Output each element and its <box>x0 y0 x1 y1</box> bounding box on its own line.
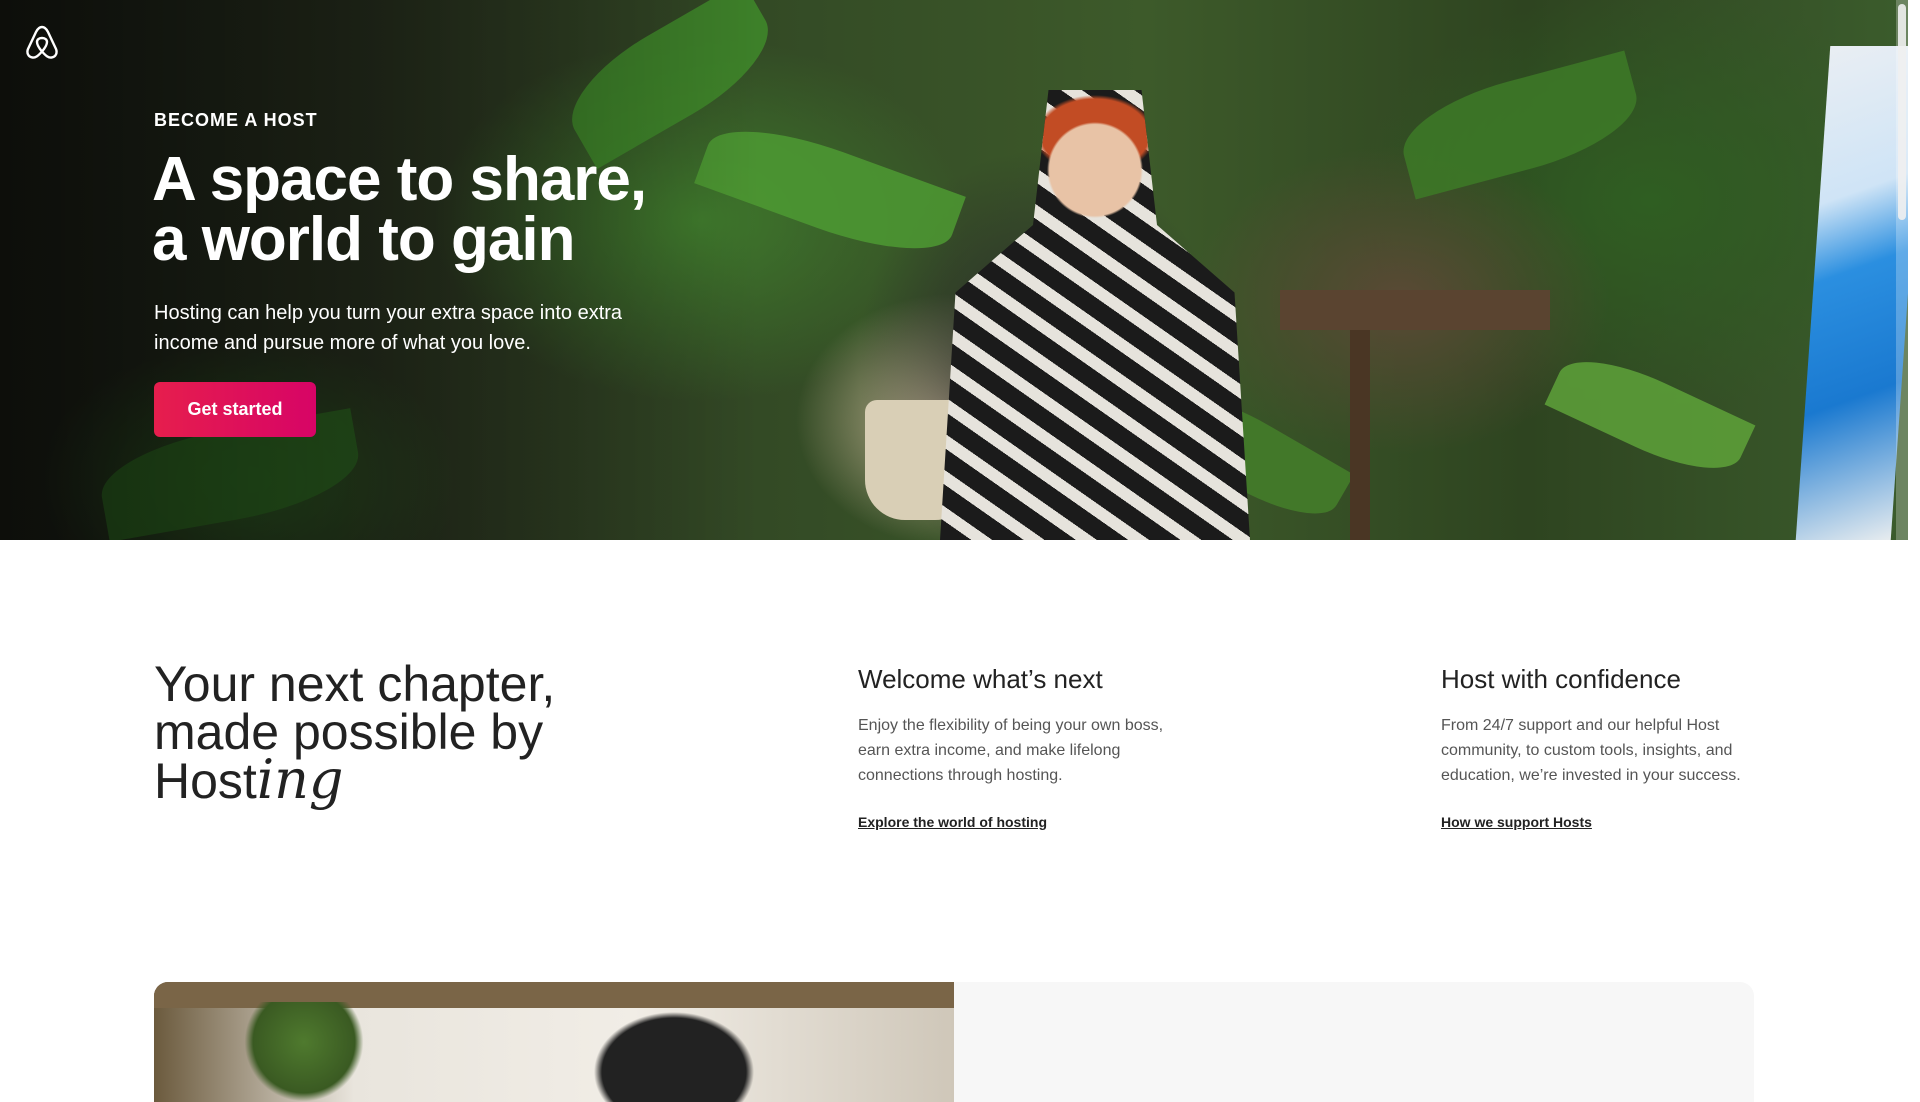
hero-eyebrow: BECOME A HOST <box>154 110 318 130</box>
chapter-title-script: ing <box>256 748 344 811</box>
confidence-heading: Host with confidence <box>1441 664 1681 694</box>
chapter-title: Your next chapter, made possible by Host… <box>154 659 555 807</box>
get-started-button[interactable]: Get started <box>154 382 316 437</box>
hero-title-line-2: a world to gain <box>152 205 575 274</box>
confidence-column: Host with confidence From 24/7 support a… <box>1441 664 1771 830</box>
chapter-title-word: Host <box>154 753 257 809</box>
chapter-title-line-2: made possible by <box>154 704 544 760</box>
welcome-heading: Welcome what’s next <box>858 664 1103 694</box>
airbnb-logo-icon[interactable] <box>24 24 60 62</box>
explore-hosting-link[interactable]: Explore the world of hosting <box>858 814 1188 830</box>
hero-subtitle: Hosting can help you turn your extra spa… <box>154 302 623 354</box>
confidence-body: From 24/7 support and our helpful Host c… <box>1441 717 1741 784</box>
feature-card <box>154 982 1754 1102</box>
welcome-body: Enjoy the flexibility of being your own … <box>858 717 1164 784</box>
welcome-column: Welcome what’s next Enjoy the flexibilit… <box>858 664 1188 830</box>
feature-card-photo <box>154 982 954 1102</box>
support-hosts-link[interactable]: How we support Hosts <box>1441 814 1771 830</box>
scrollbar-thumb[interactable] <box>1898 4 1906 220</box>
hero-title-line-1: A space to share, <box>152 145 647 214</box>
hero-title: A space to share, a world to gain <box>152 149 647 271</box>
scrollbar[interactable] <box>1896 0 1908 540</box>
